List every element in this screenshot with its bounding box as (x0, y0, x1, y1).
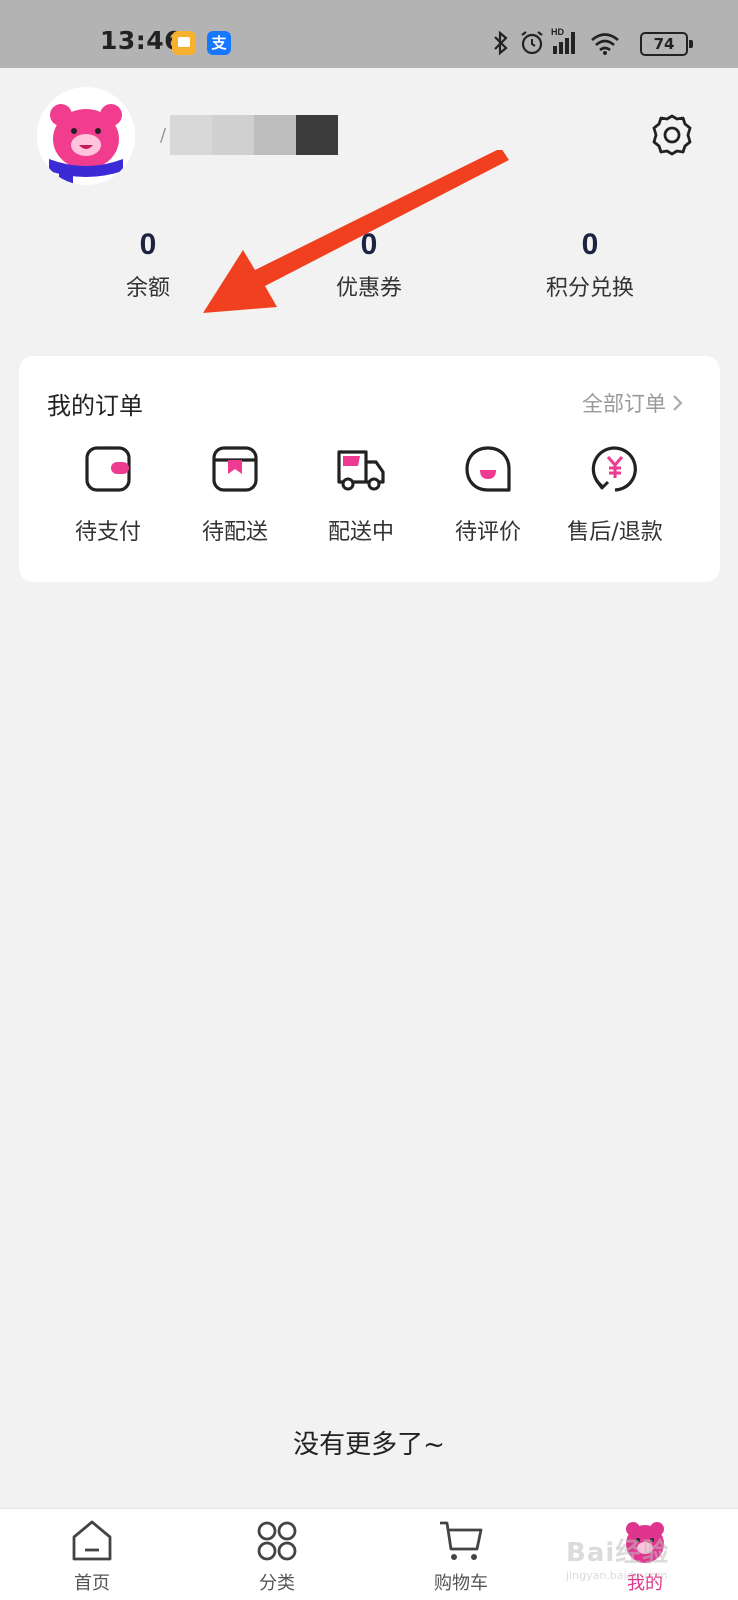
order-item-label: 配送中 (327, 520, 394, 545)
stat-value: 0 (360, 228, 378, 261)
nav-category[interactable]: 分类 (217, 1517, 337, 1595)
smile-bubble-icon (465, 446, 511, 492)
grid-icon (257, 1521, 297, 1561)
order-after-sales-refund[interactable]: 售后/退款 (550, 442, 680, 546)
order-item-label: 售后/退款 (567, 520, 663, 545)
alipay-icon: 支 (207, 31, 231, 55)
order-in-delivery[interactable]: 配送中 (296, 442, 426, 546)
stat-label: 优惠券 (335, 276, 402, 301)
order-item-label: 待配送 (201, 520, 268, 545)
svg-text:HD: HD (551, 27, 564, 37)
status-bar: 13:46 支 HD 74 (0, 0, 738, 68)
chevron-right-icon (673, 395, 683, 411)
stat-balance[interactable]: 0 余额 (68, 228, 228, 302)
order-item-label: 待支付 (74, 520, 141, 545)
stat-value: 0 (581, 228, 599, 261)
bear-avatar-icon (37, 87, 135, 185)
gear-icon[interactable] (650, 113, 694, 157)
stat-coupons[interactable]: 0 优惠券 (289, 228, 449, 302)
end-of-list-text: 没有更多了~ (293, 1430, 445, 1460)
stat-label: 积分兑换 (545, 276, 634, 301)
order-pending-payment[interactable]: 待支付 (43, 442, 173, 546)
redacted-block (212, 115, 255, 155)
wallet-icon (85, 446, 131, 492)
redacted-block (170, 115, 213, 155)
username: / (160, 115, 339, 155)
nav-label: 首页 (74, 1573, 110, 1594)
orders-title: 我的订单 (47, 392, 143, 420)
baidu-watermark: Bai经验 jingyan.baidu.com (566, 1538, 670, 1582)
orders-card: 我的订单 全部订单 待支付 待配送 配送中 待评价 售后/退款 (19, 356, 720, 582)
nav-label: 分类 (259, 1573, 295, 1594)
all-orders-label: 全部订单 (582, 392, 666, 416)
bluetooth-icon (494, 30, 508, 56)
all-orders-link[interactable]: 全部订单 (582, 388, 684, 418)
nav-cart[interactable]: 购物车 (401, 1517, 521, 1595)
order-item-label: 待评价 (454, 520, 521, 545)
stat-label: 余额 (125, 276, 170, 301)
stat-value: 0 (139, 228, 157, 261)
order-pending-delivery[interactable]: 待配送 (170, 442, 300, 546)
truck-icon (337, 450, 385, 491)
alarm-icon (521, 31, 543, 55)
nav-home[interactable]: 首页 (32, 1517, 152, 1595)
home-icon (72, 1520, 112, 1561)
notes-app-icon (172, 31, 196, 55)
redacted-block (296, 115, 339, 155)
status-time: 13:46 (100, 26, 183, 55)
package-icon (212, 446, 258, 492)
stat-points-exchange[interactable]: 0 积分兑换 (510, 228, 670, 302)
order-pending-review[interactable]: 待评价 (423, 442, 553, 546)
refund-icon (591, 446, 637, 492)
battery-indicator: 74 (640, 32, 693, 56)
wifi-icon (591, 33, 619, 55)
cart-icon (440, 1521, 483, 1560)
redacted-block (254, 115, 297, 155)
hd-signal-icon: HD (551, 27, 575, 54)
nav-label: 购物车 (434, 1573, 488, 1594)
avatar[interactable] (37, 87, 135, 185)
